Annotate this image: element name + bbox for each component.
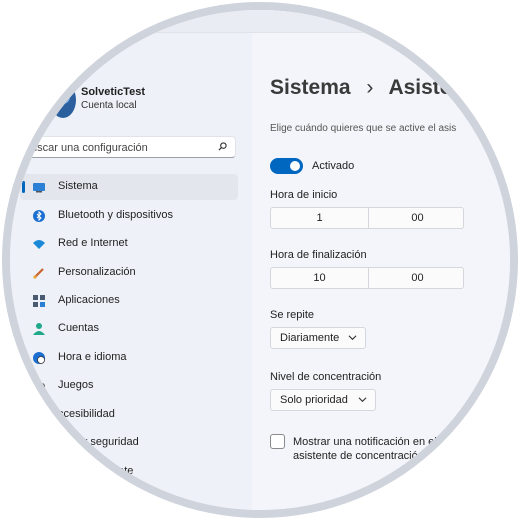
sidebar-item-bluetooth[interactable]: Bluetooth y dispositivos <box>20 203 238 229</box>
sidebar-item-label: Sistema <box>58 180 98 192</box>
settings-window-viewport: SolveticTest Cuenta local uscar una conf… <box>10 10 510 510</box>
end-hour[interactable]: 10 <box>271 268 368 288</box>
sidebar-item-personalizacion[interactable]: Personalización <box>20 260 238 286</box>
sidebar-item-hora-idioma[interactable]: Hora e idioma <box>20 345 238 371</box>
notification-checkbox[interactable] <box>270 434 285 449</box>
sidebar-item-label: date <box>112 465 134 477</box>
end-time-picker[interactable]: 10 00 <box>270 267 464 289</box>
start-hour[interactable]: 1 <box>271 208 368 228</box>
sidebar-item-sistema[interactable]: Sistema <box>20 174 238 200</box>
account-type: Cuenta local <box>81 100 137 111</box>
start-minute[interactable]: 00 <box>369 208 466 228</box>
page-description: Elige cuándo quieres que se active el as… <box>270 123 457 134</box>
focus-level-dropdown[interactable]: Solo prioridad <box>270 389 376 411</box>
focus-level-label: Nivel de concentración <box>270 371 382 383</box>
sidebar-item-juegos[interactable]: Juegos <box>20 373 238 399</box>
repeat-dropdown[interactable]: Diariamente <box>270 327 366 349</box>
sidebar-item-label: Personalización <box>58 266 136 278</box>
sidebar-item-label: ccesibilidad <box>58 408 115 420</box>
end-minute[interactable]: 00 <box>369 268 466 288</box>
title-bar <box>10 10 510 33</box>
sidebar-item-cuentas[interactable]: Cuentas <box>20 316 238 342</box>
notification-text-line1: Mostrar una notificación en el <box>293 436 437 448</box>
search-icon[interactable] <box>218 142 227 151</box>
search-input[interactable]: uscar una configuración <box>24 136 236 158</box>
sidebar-item-red[interactable]: Red e Internet <box>20 231 238 257</box>
active-indicator <box>22 181 25 193</box>
notification-text-line2: asistente de concentración <box>293 450 424 462</box>
breadcrumb-parent[interactable]: Sistema <box>270 76 351 99</box>
sidebar-item-label: Red e Internet <box>58 237 128 249</box>
sidebar-item-accesibilidad[interactable]: ccesibilidad <box>20 402 238 428</box>
clock-globe-icon <box>33 352 45 364</box>
page-title: Sistema › Asister <box>270 76 460 100</box>
sidebar-item-windows-update[interactable]: date <box>20 459 238 485</box>
toggle-label: Activado <box>312 160 355 172</box>
activation-toggle[interactable] <box>270 158 303 174</box>
user-name: SolveticTest <box>81 86 145 98</box>
wifi-icon <box>33 240 45 249</box>
sidebar-item-aplicaciones[interactable]: Aplicaciones <box>20 288 238 314</box>
breadcrumb-separator: › <box>366 76 374 99</box>
avatar[interactable] <box>50 82 76 118</box>
chevron-down-icon <box>358 397 367 403</box>
monitor-icon <box>33 183 45 193</box>
focus-level-value: Solo prioridad <box>280 394 348 406</box>
toggle-knob <box>290 161 300 171</box>
sidebar-item-privacidad[interactable]: idad y seguridad <box>20 430 238 456</box>
start-time-label: Hora de inicio <box>270 189 338 201</box>
brush-icon <box>33 268 44 279</box>
sidebar-item-label: Hora e idioma <box>58 351 127 363</box>
settings-window: SolveticTest Cuenta local uscar una conf… <box>10 10 510 510</box>
chevron-down-icon <box>348 335 357 341</box>
apps-icon <box>33 295 45 307</box>
breadcrumb-current: Asister <box>388 76 460 99</box>
gamepad-icon <box>33 383 45 390</box>
sidebar-item-label: Aplicaciones <box>58 294 120 306</box>
bluetooth-icon <box>33 210 45 222</box>
repeat-value: Diariamente <box>280 332 340 344</box>
person-icon <box>33 323 45 335</box>
start-time-picker[interactable]: 1 00 <box>270 207 464 229</box>
search-placeholder: uscar una configuración <box>31 142 148 154</box>
circular-frame: SolveticTest Cuenta local uscar una conf… <box>2 2 518 518</box>
sidebar-item-label: idad y seguridad <box>58 436 139 448</box>
sidebar-item-label: Juegos <box>58 379 94 391</box>
sidebar-item-label: Cuentas <box>58 322 99 334</box>
sidebar-item-label: Bluetooth y dispositivos <box>58 209 173 221</box>
repeat-label: Se repite <box>270 309 315 321</box>
end-time-label: Hora de finalización <box>270 249 367 261</box>
